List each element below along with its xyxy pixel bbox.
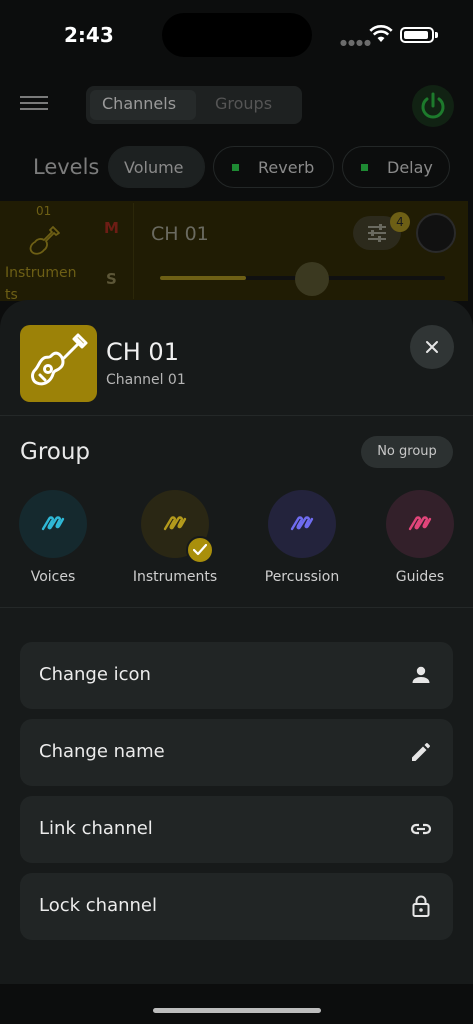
fader-fill	[160, 276, 246, 280]
cellular-signal-icon: ●●●●	[340, 38, 372, 47]
group-label-percussion: Percussion	[264, 569, 340, 585]
tab-groups[interactable]: Groups	[215, 94, 272, 113]
pill-label: Volume	[124, 158, 184, 177]
levels-title: Levels	[33, 155, 100, 179]
status-time: 2:43	[64, 23, 114, 47]
group-label-voices: Voices	[30, 569, 76, 585]
power-button[interactable]	[412, 85, 454, 127]
link-chain-icon	[41, 516, 65, 531]
fader-handle[interactable]	[295, 262, 329, 296]
selected-check-icon	[186, 536, 214, 564]
guitar-icon	[29, 226, 60, 255]
person-icon	[412, 666, 430, 683]
channel-name: CH 01	[151, 223, 209, 245]
delay-indicator	[361, 164, 368, 171]
power-icon	[421, 92, 445, 119]
channel-number: 01	[36, 204, 52, 218]
sliders-icon	[368, 224, 386, 242]
channel-avatar[interactable]	[20, 325, 97, 402]
link-chain-icon	[163, 516, 187, 531]
close-icon	[426, 341, 438, 353]
group-voices[interactable]	[19, 490, 87, 558]
home-indicator[interactable]	[153, 1008, 321, 1013]
close-button[interactable]	[410, 325, 454, 369]
link-channel-button[interactable]: Link channel	[20, 796, 453, 863]
wifi-icon	[369, 25, 393, 42]
group-label-guides: Guides	[395, 569, 445, 585]
change-icon-button[interactable]: Change icon	[20, 642, 453, 709]
eq-count-badge: 4	[390, 212, 410, 232]
pill-label: Delay	[387, 158, 433, 177]
battery-icon	[400, 27, 434, 43]
link-icon	[410, 823, 432, 835]
reverb-indicator	[232, 164, 239, 171]
group-label-instruments: Instruments	[132, 569, 218, 585]
action-label: Link channel	[39, 818, 153, 839]
action-label: Change name	[39, 741, 165, 762]
dynamic-island	[162, 13, 312, 57]
change-name-button[interactable]: Change name	[20, 719, 453, 786]
pan-knob[interactable]	[416, 213, 456, 253]
menu-icon[interactable]	[20, 96, 48, 114]
pill-label: Reverb	[258, 158, 315, 177]
link-chain-icon	[408, 516, 432, 531]
link-chain-icon	[290, 516, 314, 531]
mute-solo: M S	[88, 203, 134, 299]
pencil-icon	[412, 743, 430, 761]
view-tabs: Channels Groups	[86, 86, 302, 124]
pill-reverb[interactable]: Reverb	[213, 146, 334, 188]
solo-button[interactable]: S	[106, 270, 117, 288]
mute-button[interactable]: M	[104, 219, 119, 237]
pill-volume[interactable]: Volume	[108, 146, 205, 188]
status-bar: 2:43 ●●●●	[0, 0, 473, 72]
sheet-subtitle: Channel 01	[106, 372, 186, 388]
action-label: Lock channel	[39, 895, 157, 916]
lock-channel-button[interactable]: Lock channel	[20, 873, 453, 940]
tab-channels[interactable]: Channels	[102, 94, 176, 113]
group-percussion[interactable]	[268, 490, 336, 558]
no-group-button[interactable]: No group	[361, 436, 453, 468]
pill-delay[interactable]: Delay	[342, 146, 450, 188]
lock-icon	[412, 895, 430, 917]
guitar-icon	[31, 333, 88, 386]
group-guides[interactable]	[386, 490, 454, 558]
group-section-title: Group	[20, 439, 91, 465]
action-label: Change icon	[39, 664, 151, 685]
sheet-title: CH 01	[106, 338, 179, 366]
